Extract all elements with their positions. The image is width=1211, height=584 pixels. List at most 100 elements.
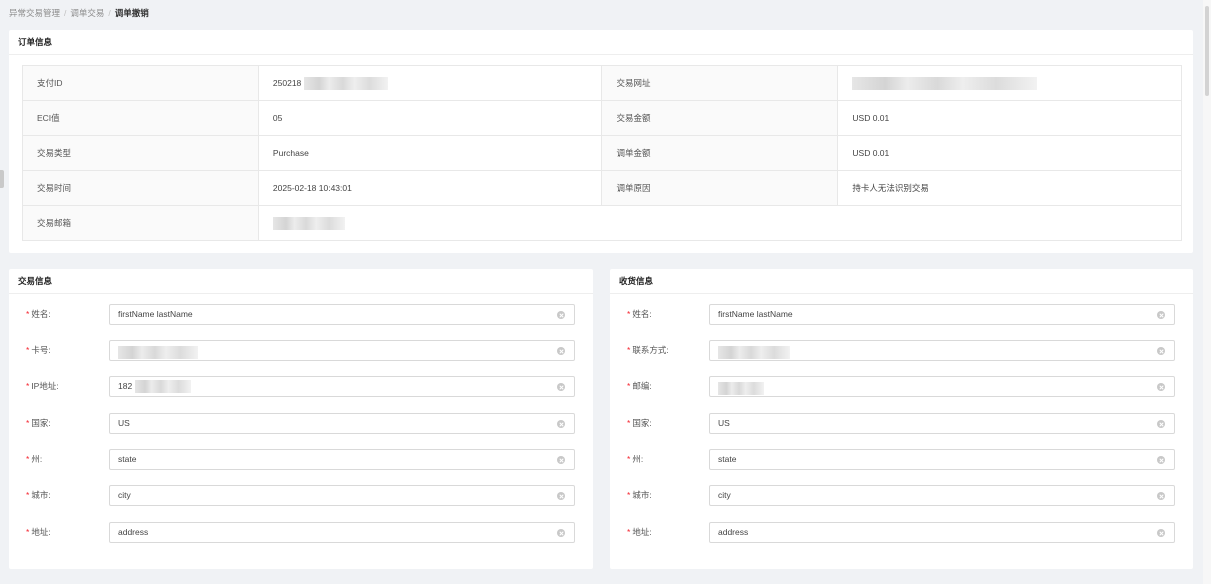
clear-icon[interactable] — [1157, 347, 1165, 355]
scrollbar-thumb[interactable] — [1205, 6, 1209, 96]
field-label: * 城市: — [627, 485, 652, 506]
label-text: 城市: — [632, 490, 652, 500]
required-mark: * — [627, 418, 631, 428]
clear-icon[interactable] — [1157, 492, 1165, 500]
form-row-city: * 城市: city — [9, 485, 593, 506]
type-value: Purchase — [257, 135, 603, 171]
page-scrollbar[interactable] — [1203, 0, 1211, 584]
table-row: 交易时间 2025-02-18 10:43:01 调单原因 持卡人无法识别交易 — [22, 170, 1182, 206]
transaction-info-card: 交易信息 * 姓名: firstName lastName * 卡号: * IP地址:… — [9, 269, 593, 569]
name-input[interactable]: firstName lastName — [709, 304, 1175, 325]
input-value: firstName lastName — [718, 309, 793, 319]
label-text: 姓名: — [632, 309, 652, 319]
transaction-info-title: 交易信息 — [9, 269, 593, 294]
clear-icon[interactable] — [557, 529, 565, 537]
name-input[interactable]: firstName lastName — [109, 304, 575, 325]
site-label: 交易网址 — [601, 65, 839, 101]
time-value: 2025-02-18 10:43:01 — [257, 170, 603, 206]
card-number-input[interactable] — [109, 340, 575, 361]
field-label: * 姓名: — [627, 304, 652, 325]
email-value — [257, 205, 1183, 241]
form-row-state: * 州: state — [610, 449, 1193, 470]
label-text: 邮编: — [632, 381, 652, 391]
state-input[interactable]: state — [709, 449, 1175, 470]
time-label: 交易时间 — [22, 170, 259, 206]
shipping-info-card: 收货信息 * 姓名: firstName lastName * 联系方式: * 邮编:… — [610, 269, 1193, 569]
required-mark: * — [627, 490, 631, 500]
clear-icon[interactable] — [1157, 311, 1165, 319]
input-value: 182 — [118, 381, 133, 391]
table-row: 交易邮箱 — [22, 205, 1183, 241]
breadcrumb: 异常交易管理 / 调单交易 / 调单撤销 — [9, 7, 149, 19]
form-row-city: * 城市: city — [610, 485, 1193, 506]
required-mark: * — [26, 309, 30, 319]
clear-icon[interactable] — [557, 311, 565, 319]
pay-id-label: 支付ID — [22, 65, 259, 101]
breadcrumb-item-disputes[interactable]: 调单交易 — [70, 7, 104, 19]
order-info-card: 订单信息 支付ID 250218 交易网址 ECI值 05 交易金额 USD 0… — [9, 30, 1193, 253]
form-row-ip: * IP地址: 182 — [9, 376, 593, 397]
required-mark: * — [627, 309, 631, 319]
redacted-blur — [134, 380, 191, 394]
clear-icon[interactable] — [1157, 529, 1165, 537]
table-row: 支付ID 250218 交易网址 — [22, 65, 1182, 101]
city-input[interactable]: city — [709, 485, 1175, 506]
order-info-table: 支付ID 250218 交易网址 ECI值 05 交易金额 USD 0.01 交… — [22, 65, 1183, 241]
address-input[interactable]: address — [109, 522, 575, 543]
clear-icon[interactable] — [557, 347, 565, 355]
required-mark: * — [26, 381, 30, 391]
amount-label: 交易金额 — [601, 100, 839, 136]
clear-icon[interactable] — [1157, 383, 1165, 391]
field-label: * 联系方式: — [627, 340, 669, 361]
required-mark: * — [627, 454, 631, 464]
address-input[interactable]: address — [709, 522, 1175, 543]
table-row: 交易类型 Purchase 调单金额 USD 0.01 — [22, 135, 1182, 171]
side-collapse-handle[interactable] — [0, 170, 4, 188]
redacted-blur — [852, 76, 1038, 90]
contact-input[interactable] — [709, 340, 1175, 361]
eci-label: ECI值 — [22, 100, 259, 136]
breadcrumb-separator: / — [64, 8, 67, 18]
breadcrumb-current: 调单撤销 — [114, 8, 149, 18]
shipping-info-title: 收货信息 — [610, 269, 1193, 294]
type-label: 交易类型 — [22, 135, 259, 171]
label-text: 地址: — [632, 527, 652, 537]
clear-icon[interactable] — [557, 492, 565, 500]
dispute-amount-value: USD 0.01 — [837, 135, 1182, 171]
city-input[interactable]: city — [109, 485, 575, 506]
input-value: US — [718, 418, 730, 428]
field-label: * IP地址: — [26, 376, 59, 397]
field-label: * 州: — [26, 449, 42, 470]
reason-label: 调单原因 — [601, 170, 839, 206]
clear-icon[interactable] — [557, 456, 565, 464]
redacted-blur — [718, 345, 790, 359]
clear-icon[interactable] — [1157, 456, 1165, 464]
clear-icon[interactable] — [557, 420, 565, 428]
field-label: * 卡号: — [26, 340, 51, 361]
clear-icon[interactable] — [1157, 420, 1165, 428]
required-mark: * — [26, 490, 30, 500]
pay-id-value: 250218 — [257, 65, 603, 101]
reason-value: 持卡人无法识别交易 — [837, 170, 1182, 206]
ip-input[interactable]: 182 — [109, 376, 575, 397]
form-row-name: * 姓名: firstName lastName — [9, 304, 593, 325]
field-label: * 国家: — [26, 413, 51, 434]
country-input[interactable]: US — [709, 413, 1175, 434]
label-text: 卡号: — [31, 345, 51, 355]
label-text: 姓名: — [31, 309, 51, 319]
breadcrumb-item-exceptions[interactable]: 异常交易管理 — [9, 7, 60, 19]
label-text: 州: — [632, 454, 644, 464]
breadcrumb-separator: / — [108, 8, 111, 18]
state-input[interactable]: state — [109, 449, 575, 470]
form-row-country: * 国家: US — [9, 413, 593, 434]
input-value: city — [718, 490, 731, 500]
field-label: * 邮编: — [627, 376, 652, 397]
zip-input[interactable] — [709, 376, 1175, 397]
required-mark: * — [26, 418, 30, 428]
form-row-country: * 国家: US — [610, 413, 1193, 434]
form-row-card-number: * 卡号: — [9, 340, 593, 361]
label-text: 国家: — [632, 418, 652, 428]
country-input[interactable]: US — [109, 413, 575, 434]
form-row-address: * 地址: address — [610, 522, 1193, 543]
clear-icon[interactable] — [557, 383, 565, 391]
